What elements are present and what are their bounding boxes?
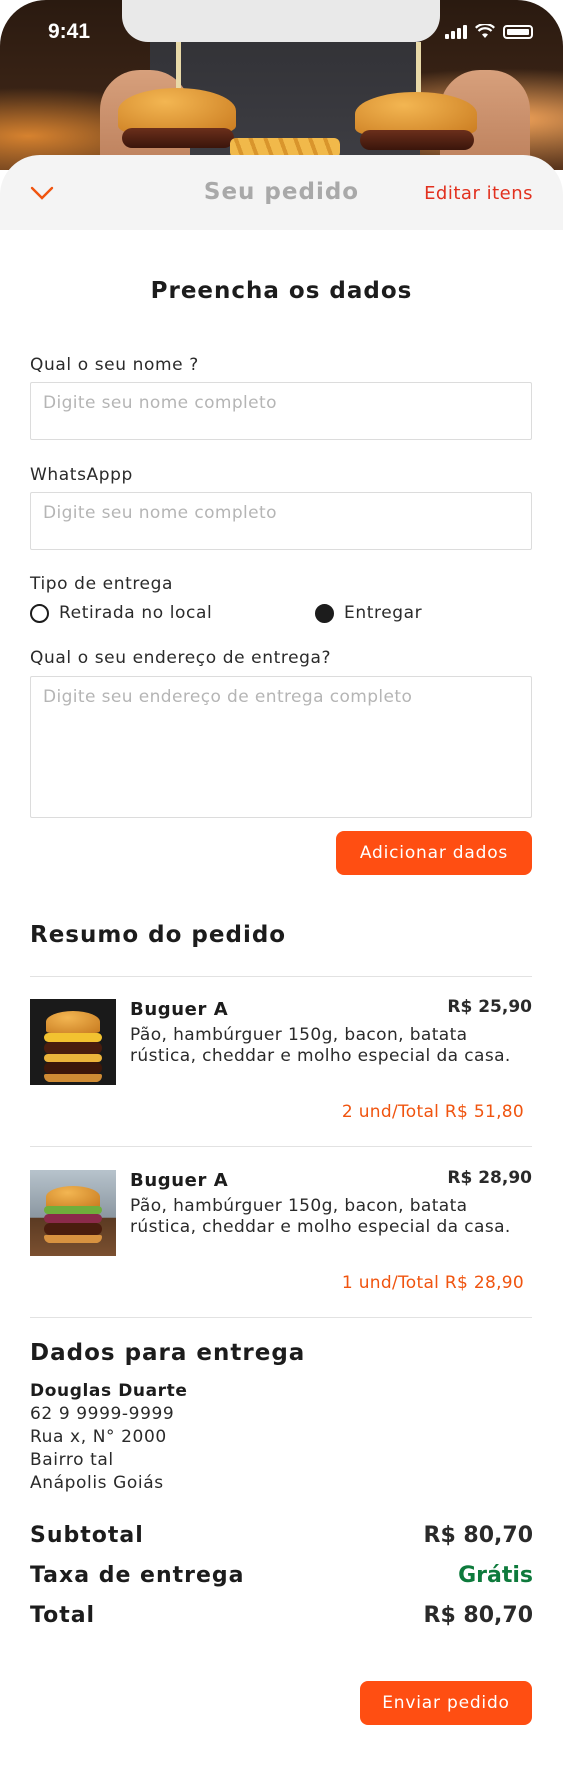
burger-left-patty: [122, 128, 234, 148]
divider: [30, 1146, 532, 1147]
delivery-fee-label: Taxa de entrega: [30, 1563, 245, 1588]
battery-icon: [503, 24, 533, 39]
divider: [30, 1317, 532, 1318]
edit-items-link[interactable]: Editar itens: [424, 183, 533, 204]
summary-title: Resumo do pedido: [30, 922, 287, 948]
sheet-header: Seu pedido Editar itens: [0, 155, 563, 230]
name-placeholder: Digite seu nome completo: [43, 393, 277, 413]
order-item: Buguer A R$ 28,90 Pão, hambúrguer 150g, …: [30, 1168, 532, 1310]
radio-selected-icon: [315, 603, 334, 623]
add-data-button[interactable]: Adicionar dados: [336, 831, 532, 875]
total-value: R$ 80,70: [423, 1603, 534, 1628]
item-name: Buguer A: [130, 1170, 229, 1191]
radio-pickup-label: Retirada no local: [59, 603, 213, 623]
whatsapp-placeholder: Digite seu nome completo: [43, 503, 277, 523]
address-textarea[interactable]: Digite seu endereço de entrega completo: [30, 676, 532, 818]
whatsapp-label: WhatsAppp: [30, 465, 133, 485]
device-notch: [122, 0, 440, 42]
customer-city: Anápolis Goiás: [30, 1473, 164, 1493]
address-label: Qual o seu endereço de entrega?: [30, 648, 332, 668]
delivery-type-label: Tipo de entrega: [30, 574, 174, 594]
order-item: Buguer A R$ 25,90 Pão, hambúrguer 150g, …: [30, 997, 532, 1139]
burger-thumbnail: [30, 1170, 116, 1256]
whatsapp-input[interactable]: Digite seu nome completo: [30, 492, 532, 550]
radio-pickup[interactable]: Retirada no local: [30, 603, 212, 623]
customer-name: Douglas Duarte: [30, 1381, 188, 1401]
status-time: 9:41: [48, 20, 91, 43]
item-total: 2 und/Total R$ 51,80: [341, 1102, 524, 1122]
radio-delivery-label: Entregar: [344, 603, 423, 623]
radio-unselected-icon: [30, 603, 49, 623]
item-name: Buguer A: [130, 999, 229, 1020]
burger-right-patty: [360, 130, 474, 150]
status-icons: [445, 24, 533, 39]
item-price: R$ 25,90: [447, 997, 532, 1017]
customer-phone: 62 9 9999-9999: [30, 1404, 175, 1424]
wifi-icon: [475, 24, 495, 38]
item-description: Pão, hambúrguer 150g, bacon, batata rúst…: [130, 1025, 511, 1066]
item-total: 1 und/Total R$ 28,90: [341, 1273, 524, 1293]
form-title: Preencha os dados: [150, 278, 413, 304]
burger-thumbnail: [30, 999, 116, 1085]
total-label: Total: [30, 1603, 96, 1628]
delivery-title: Dados para entrega: [30, 1340, 306, 1366]
subtotal-label: Subtotal: [30, 1523, 144, 1548]
customer-street: Rua x, N° 2000: [30, 1427, 167, 1447]
radio-delivery[interactable]: Entregar: [315, 603, 422, 623]
signal-icon: [445, 24, 467, 39]
item-description: Pão, hambúrguer 150g, bacon, batata rúst…: [130, 1196, 511, 1237]
divider: [30, 976, 532, 977]
send-order-button[interactable]: Enviar pedido: [360, 1681, 532, 1725]
name-input[interactable]: Digite seu nome completo: [30, 382, 532, 440]
name-label: Qual o seu nome ?: [30, 355, 199, 375]
address-placeholder: Digite seu endereço de entrega completo: [43, 687, 413, 707]
subtotal-value: R$ 80,70: [423, 1523, 534, 1548]
delivery-fee-value: Grátis: [458, 1563, 533, 1588]
item-price: R$ 28,90: [447, 1168, 532, 1188]
customer-district: Bairro tal: [30, 1450, 114, 1470]
